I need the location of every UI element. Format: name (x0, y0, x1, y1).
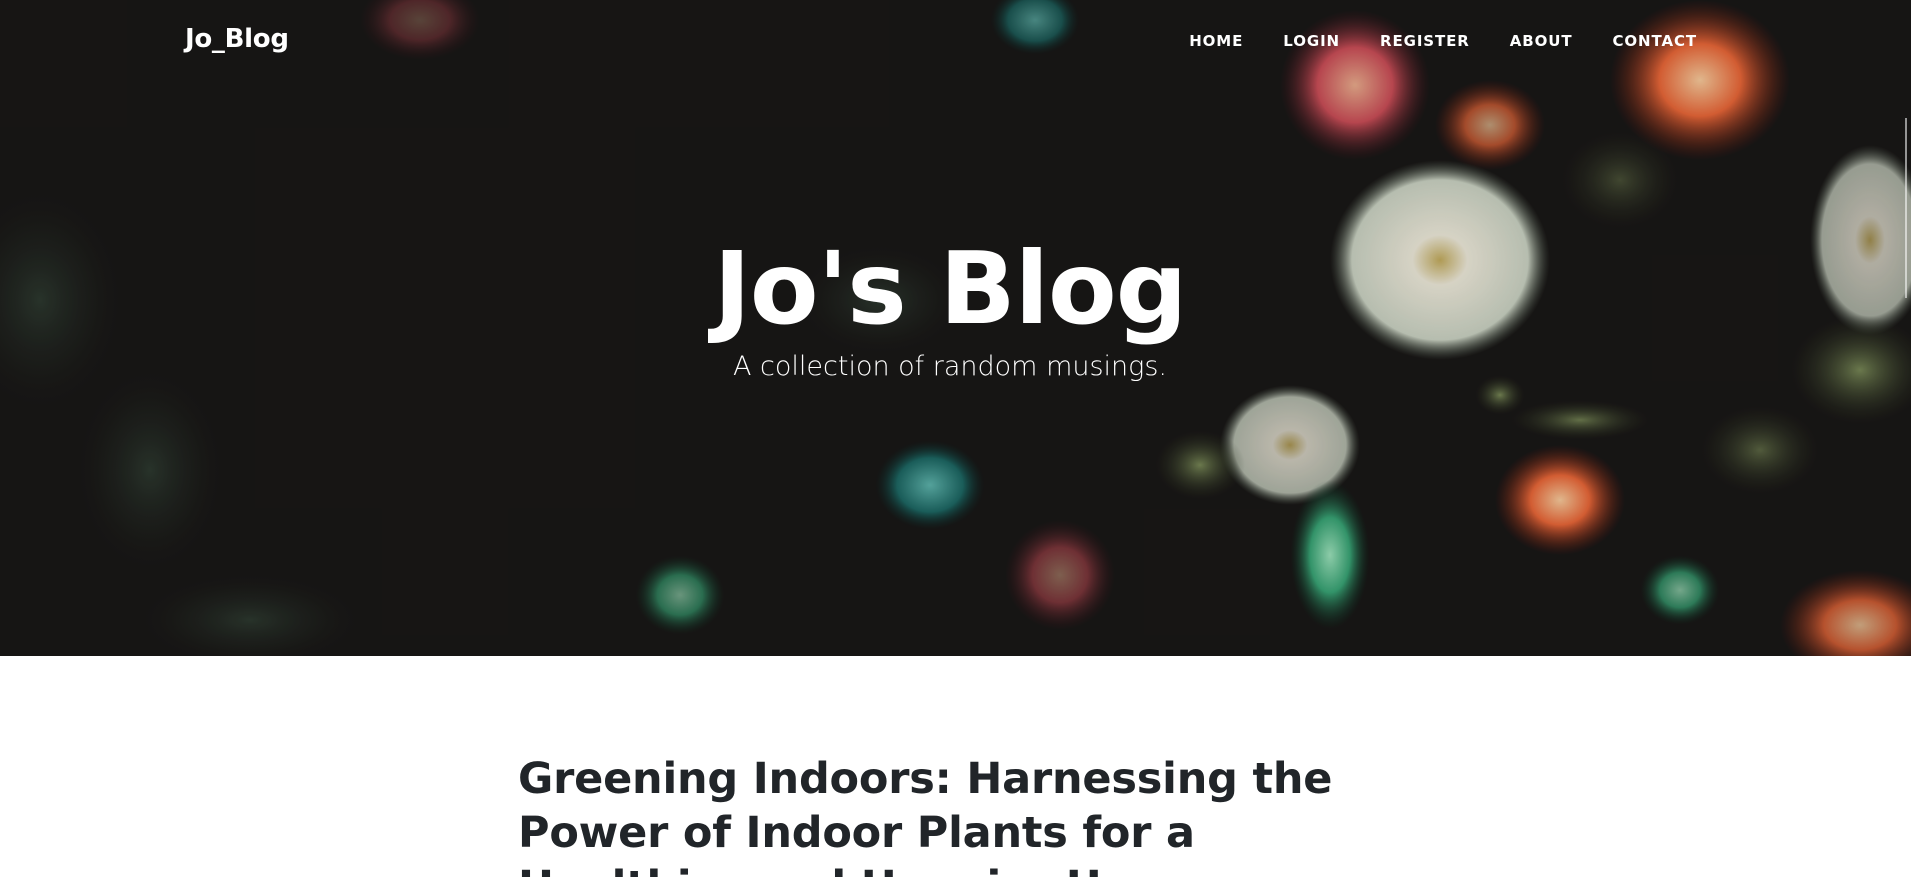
scrollbar-edge[interactable] (1905, 118, 1907, 298)
nav-link-contact[interactable]: CONTACT (1612, 32, 1697, 50)
brand-logo-link[interactable]: Jo_Blog (185, 24, 289, 54)
masthead-hero: Jo_Blog HOME LOGIN REGISTER ABOUT CONTAC… (0, 0, 1911, 656)
nav-links: HOME LOGIN REGISTER ABOUT CONTACT (1189, 32, 1697, 50)
nav-link-about[interactable]: ABOUT (1510, 32, 1573, 50)
site-subtitle: A collection of random musings. (732, 351, 1168, 382)
site-heading: Jo's Blog A collection of random musings… (0, 236, 1900, 382)
site-title: Jo's Blog (713, 230, 1188, 347)
navbar: Jo_Blog HOME LOGIN REGISTER ABOUT CONTAC… (0, 0, 1911, 84)
nav-link-login[interactable]: LOGIN (1283, 32, 1340, 50)
nav-link-home[interactable]: HOME (1189, 32, 1243, 50)
page: Jo_Blog HOME LOGIN REGISTER ABOUT CONTAC… (0, 0, 1911, 877)
post-title-link[interactable]: Greening Indoors: Harnessing the Power o… (518, 752, 1338, 877)
nav-link-register[interactable]: REGISTER (1380, 32, 1470, 50)
post-list: Greening Indoors: Harnessing the Power o… (518, 752, 1338, 877)
